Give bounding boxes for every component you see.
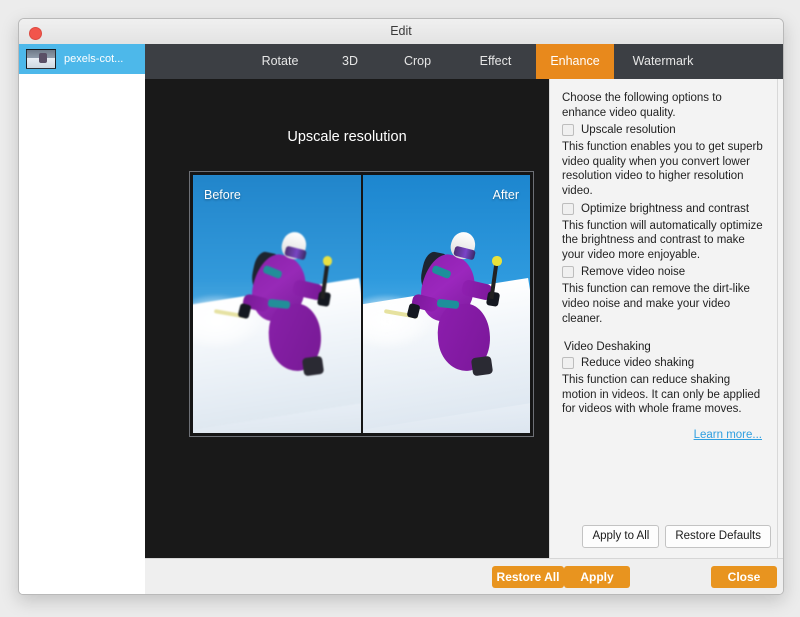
option-optimize-brightness-contrast[interactable]: Optimize brightness and contrast — [562, 202, 766, 216]
title-bar: Edit — [19, 19, 783, 45]
tab-bar: Rotate 3D Crop Effect Enhance Watermark — [145, 44, 783, 79]
option-remove-video-noise[interactable]: Remove video noise — [562, 265, 766, 279]
preview-before: Before — [193, 175, 361, 433]
enhance-settings-panel: Choose the following options to enhance … — [549, 79, 783, 558]
option-label: Reduce video shaking — [581, 357, 695, 370]
checkbox-upscale-resolution[interactable] — [562, 124, 574, 137]
preview-area: Upscale resolution Before After — [145, 79, 549, 558]
screen-root: Edit pexels-cot... Rotate 3D Crop Effect… — [0, 0, 800, 617]
settings-content: Choose the following options to enhance … — [550, 79, 778, 558]
tab-effect[interactable]: Effect — [458, 44, 533, 79]
edit-window: Edit pexels-cot... Rotate 3D Crop Effect… — [18, 18, 784, 595]
tab-3d[interactable]: 3D — [320, 44, 380, 79]
apply-to-all-button[interactable]: Apply to All — [582, 525, 660, 548]
tab-crop[interactable]: Crop — [385, 44, 450, 79]
option-label: Remove video noise — [581, 266, 686, 279]
option-description-deshaking: This function can reduce shaking motion … — [562, 374, 761, 416]
restore-defaults-button[interactable]: Restore Defaults — [665, 525, 771, 548]
tab-watermark[interactable]: Watermark — [618, 44, 708, 79]
option-upscale-resolution[interactable]: Upscale resolution — [562, 123, 766, 137]
apply-button[interactable]: Apply — [564, 566, 630, 588]
checkbox-reduce-video-shaking[interactable] — [562, 357, 574, 370]
video-thumbnail-icon — [26, 49, 56, 69]
restore-all-button[interactable]: Restore All — [492, 566, 564, 588]
preview-after: After — [362, 175, 530, 433]
option-description-noise: This function can remove the dirt-like v… — [562, 283, 750, 325]
settings-intro: Choose the following options to enhance … — [562, 92, 722, 119]
before-label: Before — [204, 188, 241, 202]
preview-title: Upscale resolution — [287, 129, 407, 145]
after-label: After — [492, 188, 519, 202]
panel-divider — [777, 79, 778, 558]
sidebar-item-label: pexels-cot... — [64, 53, 124, 65]
close-button[interactable]: Close — [711, 566, 777, 588]
window-title: Edit — [390, 24, 412, 38]
sidebar-item-video[interactable]: pexels-cot... — [19, 44, 145, 74]
tab-rotate[interactable]: Rotate — [245, 44, 315, 79]
option-label: Upscale resolution — [581, 124, 676, 137]
before-after-compare: Before After — [189, 171, 534, 437]
option-label: Optimize brightness and contrast — [581, 202, 750, 215]
option-reduce-video-shaking[interactable]: Reduce video shaking — [562, 356, 766, 370]
checkbox-remove-video-noise[interactable] — [562, 266, 574, 279]
group-title-video-deshaking: Video Deshaking — [564, 341, 651, 354]
file-list-sidebar: pexels-cot... — [19, 44, 146, 594]
learn-more-link[interactable]: Learn more... — [562, 429, 766, 441]
tab-enhance[interactable]: Enhance — [536, 44, 614, 79]
ski-scene-before-image — [193, 175, 361, 433]
bottom-action-bar: Restore All Apply Close — [145, 558, 783, 594]
checkbox-optimize-brightness-contrast[interactable] — [562, 202, 574, 215]
option-description-brightness: This function will automatically optimiz… — [562, 219, 763, 261]
option-description-upscale: This function enables you to get superb … — [562, 141, 763, 197]
panel-button-group: Apply to All Restore Defaults — [582, 525, 771, 548]
ski-scene-after-image — [362, 175, 530, 433]
